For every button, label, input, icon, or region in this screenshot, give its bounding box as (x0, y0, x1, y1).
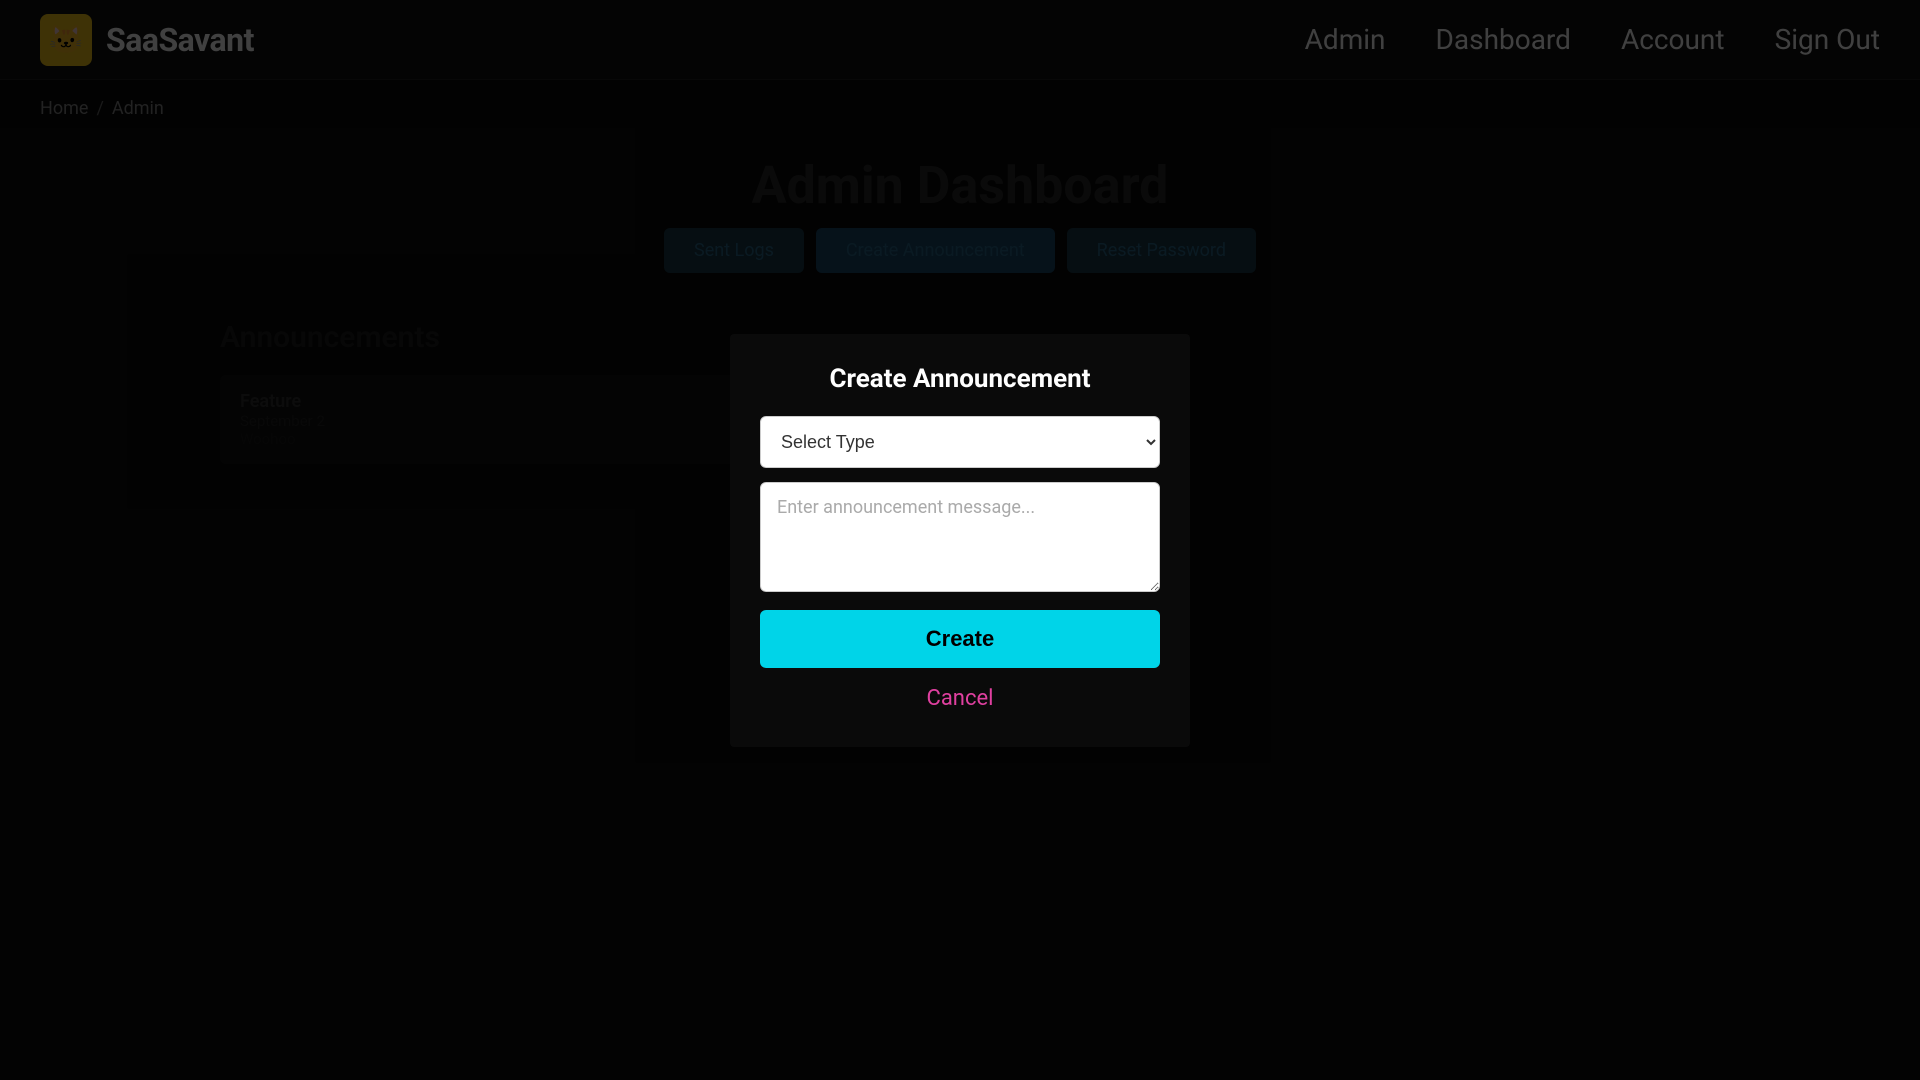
modal-overlay: Create Announcement Select Type Feature … (0, 0, 1920, 1080)
announcement-message-textarea[interactable] (760, 482, 1160, 592)
create-button[interactable]: Create (760, 610, 1160, 668)
create-announcement-modal: Create Announcement Select Type Feature … (730, 334, 1190, 747)
modal-title: Create Announcement (760, 364, 1160, 394)
cancel-link[interactable]: Cancel (760, 686, 1160, 711)
type-select[interactable]: Select Type Feature Update Maintenance A… (760, 416, 1160, 468)
